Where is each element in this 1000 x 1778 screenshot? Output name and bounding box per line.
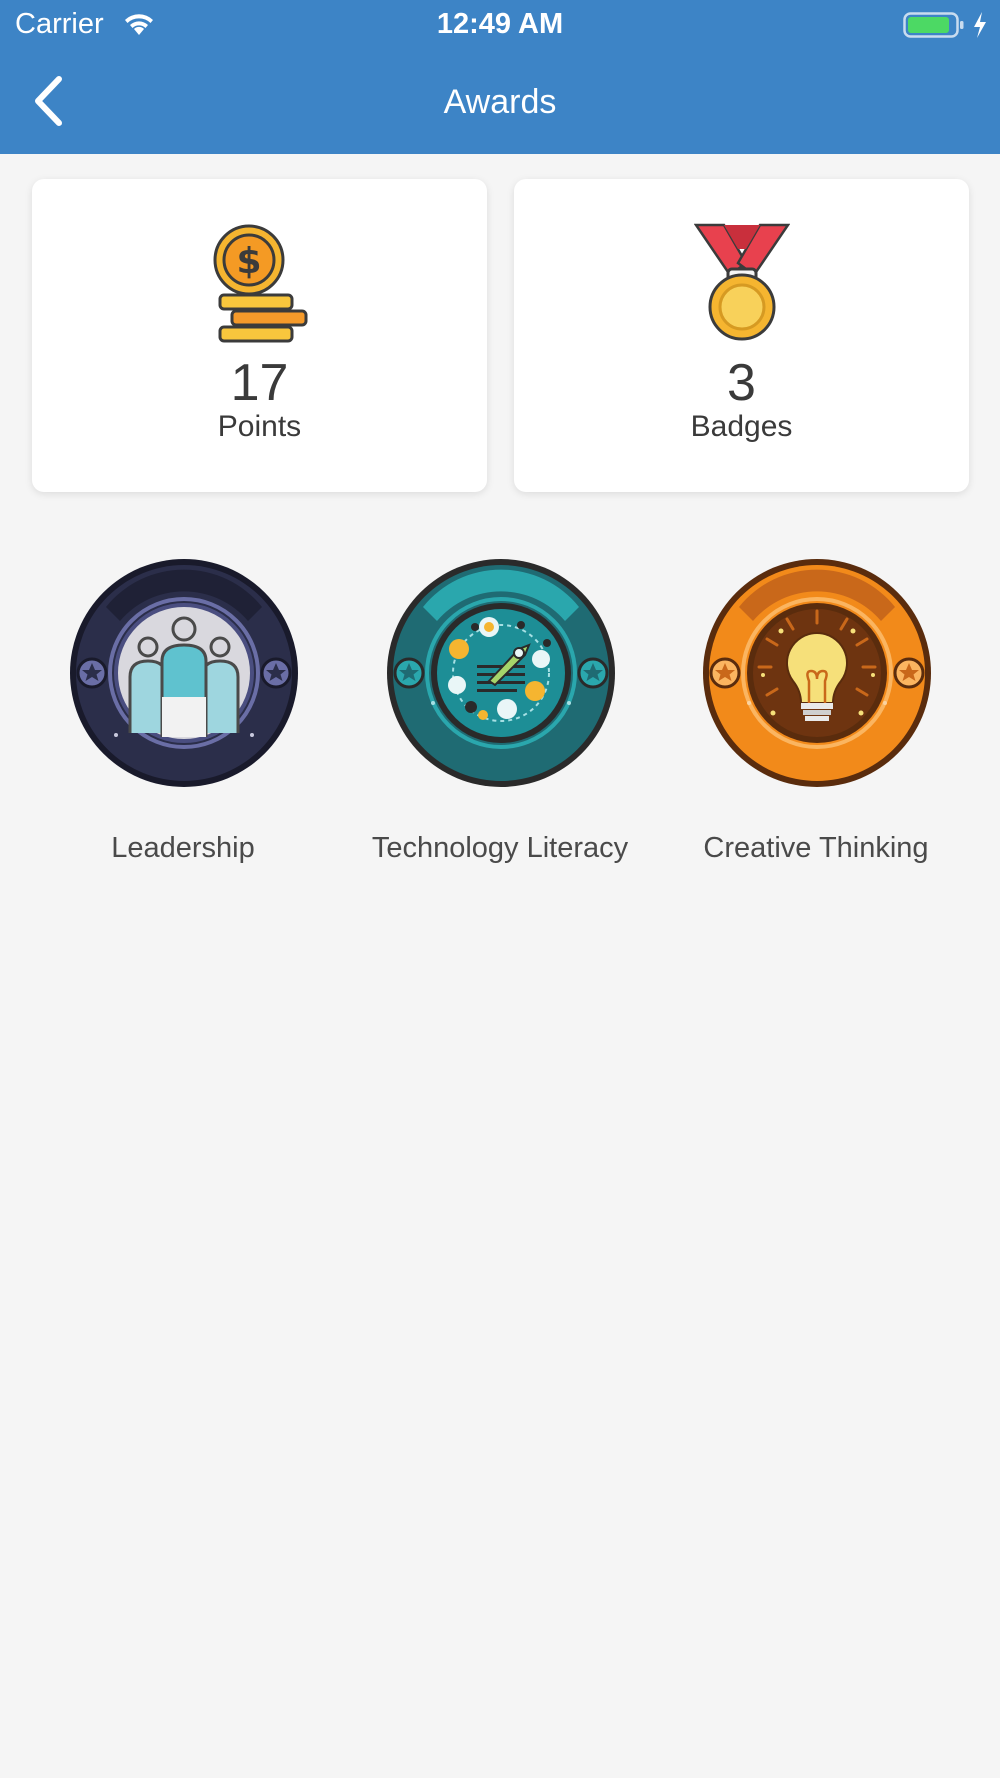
app-header: Carrier 12:49 AM Awards: [0, 0, 1000, 154]
page-title: Awards: [443, 83, 557, 121]
badge-name: Creative Thinking: [703, 832, 929, 864]
badge-technology-literacy[interactable]: Technology Literacy: [350, 557, 650, 877]
points-label: Points: [217, 410, 302, 443]
technology-literacy-badge-icon: [387, 559, 615, 787]
svg-text:$: $: [236, 241, 261, 282]
badge-leadership[interactable]: Leadership: [33, 557, 333, 877]
medal-icon: [693, 223, 790, 341]
status-time: 12:49 AM: [436, 8, 564, 40]
points-card: $ 17 Points: [32, 179, 487, 492]
badges-value: 3: [727, 354, 756, 412]
leadership-badge-icon: [70, 559, 298, 787]
creative-thinking-badge-icon: [703, 559, 931, 787]
coins-icon: $: [213, 224, 307, 343]
badges-label: Badges: [690, 410, 793, 443]
badge-name: Leadership: [111, 832, 255, 864]
nav-bar: Awards: [0, 50, 1000, 154]
battery-icon: [903, 12, 964, 38]
badges-card: 3 Badges: [514, 179, 969, 492]
charging-icon: [974, 12, 986, 38]
badge-creative-thinking[interactable]: Creative Thinking: [666, 557, 966, 877]
status-bar: Carrier 12:49 AM: [0, 0, 1000, 50]
badge-name: Technology Literacy: [371, 832, 629, 864]
points-value: 17: [230, 354, 289, 412]
